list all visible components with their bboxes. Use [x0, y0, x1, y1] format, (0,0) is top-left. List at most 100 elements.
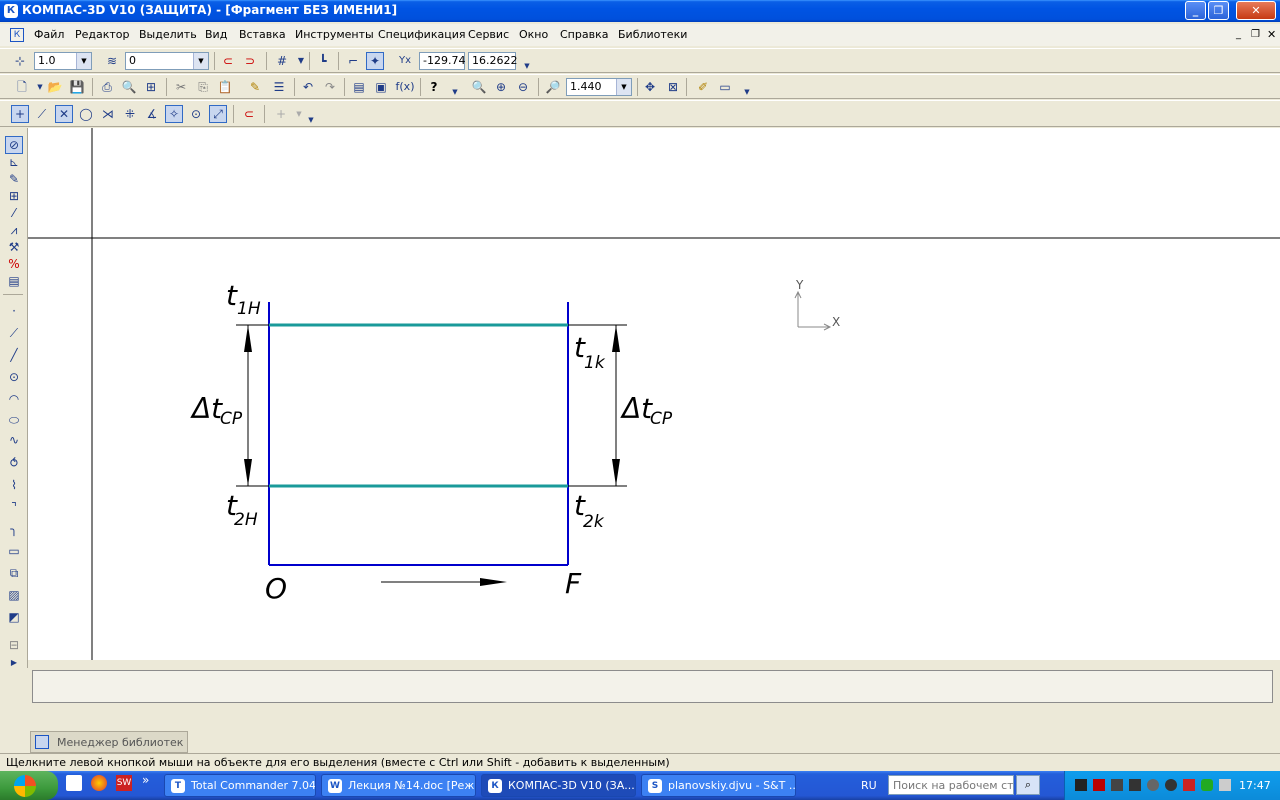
- properties-icon[interactable]: ☰: [270, 78, 288, 96]
- fit-all-icon[interactable]: ⊠: [664, 78, 682, 96]
- menu-tools[interactable]: Инструменты: [295, 28, 374, 41]
- point-icon[interactable]: +: [272, 105, 290, 123]
- symbols-icon[interactable]: ✎: [5, 170, 23, 188]
- tray-disk-icon[interactable]: [1165, 779, 1177, 791]
- parametrization-icon[interactable]: ⁄: [5, 204, 23, 222]
- geometry-icon[interactable]: ⊘: [5, 136, 23, 154]
- function-button[interactable]: f(x): [394, 78, 416, 96]
- center-icon[interactable]: ⊙: [187, 105, 205, 123]
- point-on-curve-icon[interactable]: ✧: [165, 105, 183, 123]
- chamfer-icon[interactable]: ⌝: [5, 498, 23, 516]
- close-button[interactable]: ✕: [1236, 1, 1276, 20]
- angle-snap-icon[interactable]: ∡: [143, 105, 161, 123]
- chevron-down-icon[interactable]: ▼: [292, 52, 310, 70]
- reports-icon[interactable]: ▤: [5, 272, 23, 290]
- print-icon[interactable]: ⎙: [98, 78, 116, 96]
- contour-icon[interactable]: ⧉: [5, 564, 23, 582]
- chevron-down-icon[interactable]: ▼: [616, 79, 631, 95]
- volume-icon[interactable]: [1075, 779, 1087, 791]
- chevron-down-icon[interactable]: ▼: [193, 53, 208, 69]
- local-snap-icon[interactable]: ⊃: [241, 52, 259, 70]
- dimensions-icon[interactable]: ⊾: [5, 153, 23, 171]
- segment-icon[interactable]: ╱: [5, 346, 23, 364]
- open-folder-icon[interactable]: 📂: [46, 78, 64, 96]
- intersection-icon[interactable]: ✕: [55, 105, 73, 123]
- snap-magnet-icon[interactable]: ⊂: [240, 105, 258, 123]
- round-icon[interactable]: ✦: [366, 52, 384, 70]
- search-icon[interactable]: ⌕: [1016, 775, 1040, 795]
- toolbar-overflow-icon[interactable]: ▼: [738, 83, 756, 101]
- layer-field[interactable]: 0 ▼: [125, 52, 209, 70]
- minimize-button[interactable]: _: [1185, 1, 1206, 20]
- fill-icon[interactable]: ◩: [5, 608, 23, 626]
- circle-icon[interactable]: ⊙: [5, 368, 23, 386]
- midpoint-icon[interactable]: ⟋: [33, 105, 51, 123]
- menu-file[interactable]: Файл: [34, 28, 64, 41]
- expand-arrow-icon[interactable]: ▶: [5, 654, 23, 672]
- alignment-icon[interactable]: ⤢: [209, 105, 227, 123]
- zoom-window-icon[interactable]: 🔍: [470, 78, 488, 96]
- magnet-icon[interactable]: ⊂: [219, 52, 237, 70]
- rectangle-icon[interactable]: ▭: [5, 542, 23, 560]
- menu-libraries[interactable]: Библиотеки: [618, 28, 687, 41]
- variables-icon[interactable]: ▣: [372, 78, 390, 96]
- start-button[interactable]: [0, 771, 58, 800]
- copy-icon[interactable]: ⎘: [194, 78, 212, 96]
- library-manager-tab[interactable]: Менеджер библиотек: [30, 731, 188, 753]
- menu-specification[interactable]: Спецификация: [378, 28, 465, 41]
- speaker-icon[interactable]: [1147, 779, 1159, 791]
- grid-icon[interactable]: #: [273, 52, 291, 70]
- menu-select[interactable]: Выделить: [139, 28, 197, 41]
- zoom-out-icon[interactable]: ⊖: [514, 78, 532, 96]
- menu-help[interactable]: Справка: [560, 28, 608, 41]
- menu-view[interactable]: Вид: [205, 28, 227, 41]
- zoom-in-icon[interactable]: ⊕: [492, 78, 510, 96]
- task-djvu-viewer[interactable]: Splanovskiy.djvu - S&T ...: [641, 774, 796, 797]
- coord-y-field[interactable]: 16.2622: [468, 52, 518, 70]
- selection-icon[interactable]: ⚒: [5, 238, 23, 256]
- property-panel[interactable]: [32, 670, 1273, 703]
- quicklaunch-sw-icon[interactable]: SW: [116, 775, 132, 791]
- zoom-field[interactable]: 1.440 ▼: [566, 78, 632, 96]
- step-field[interactable]: 1.0 ▼: [34, 52, 92, 70]
- nearest-point-icon[interactable]: +: [11, 105, 29, 123]
- editing-icon[interactable]: ⊞: [5, 187, 23, 205]
- menu-insert[interactable]: Вставка: [239, 28, 286, 41]
- ellipse-icon[interactable]: ⬭: [5, 411, 23, 429]
- tray-monitor-icon[interactable]: [1129, 779, 1141, 791]
- menu-window[interactable]: Окно: [519, 28, 548, 41]
- grid-snap-icon[interactable]: ⁜: [121, 105, 139, 123]
- toolbar-overflow-icon[interactable]: ▼: [518, 57, 536, 75]
- local-cs-icon[interactable]: ┗: [314, 52, 332, 70]
- preview-icon[interactable]: ⊞: [142, 78, 160, 96]
- coord-x-field[interactable]: -129.74: [419, 52, 465, 70]
- safe-remove-icon[interactable]: [1183, 779, 1195, 791]
- print-preview-icon[interactable]: 🔍: [120, 78, 138, 96]
- normal-icon[interactable]: ⋊: [99, 105, 117, 123]
- pan-icon[interactable]: ✥: [641, 78, 659, 96]
- language-indicator[interactable]: RU: [861, 779, 877, 792]
- document-icon[interactable]: К: [10, 28, 24, 42]
- toolbar-overflow-icon[interactable]: ▼: [302, 111, 320, 129]
- tangent-icon[interactable]: ◯: [77, 105, 95, 123]
- bezier-icon[interactable]: ⥀: [5, 454, 23, 472]
- quicklaunch-notepad-icon[interactable]: [66, 775, 82, 791]
- cut-icon[interactable]: ✂: [172, 78, 190, 96]
- fillet-icon[interactable]: ╮: [5, 520, 23, 538]
- point-tool-icon[interactable]: ·: [5, 302, 23, 320]
- spline-icon[interactable]: ∿: [5, 431, 23, 449]
- ortho-icon[interactable]: ⌐: [344, 52, 362, 70]
- tray-app-icon[interactable]: [1093, 779, 1105, 791]
- collect-icon[interactable]: ⊟: [5, 636, 23, 654]
- quicklaunch-more-icon[interactable]: »: [142, 773, 149, 787]
- paste-icon[interactable]: 📋: [216, 78, 234, 96]
- new-document-icon[interactable]: 🗋: [13, 78, 31, 96]
- spec-icon[interactable]: %: [5, 255, 23, 273]
- hatch-icon[interactable]: ▨: [5, 586, 23, 604]
- menu-service[interactable]: Сервис: [468, 28, 509, 41]
- format-painter-icon[interactable]: ✎: [246, 78, 264, 96]
- grid-step-icon[interactable]: ⊹: [11, 52, 29, 70]
- zoom-icon[interactable]: 🔎: [544, 78, 562, 96]
- redraw-icon[interactable]: ✐: [694, 78, 712, 96]
- manager-icon[interactable]: ▤: [350, 78, 368, 96]
